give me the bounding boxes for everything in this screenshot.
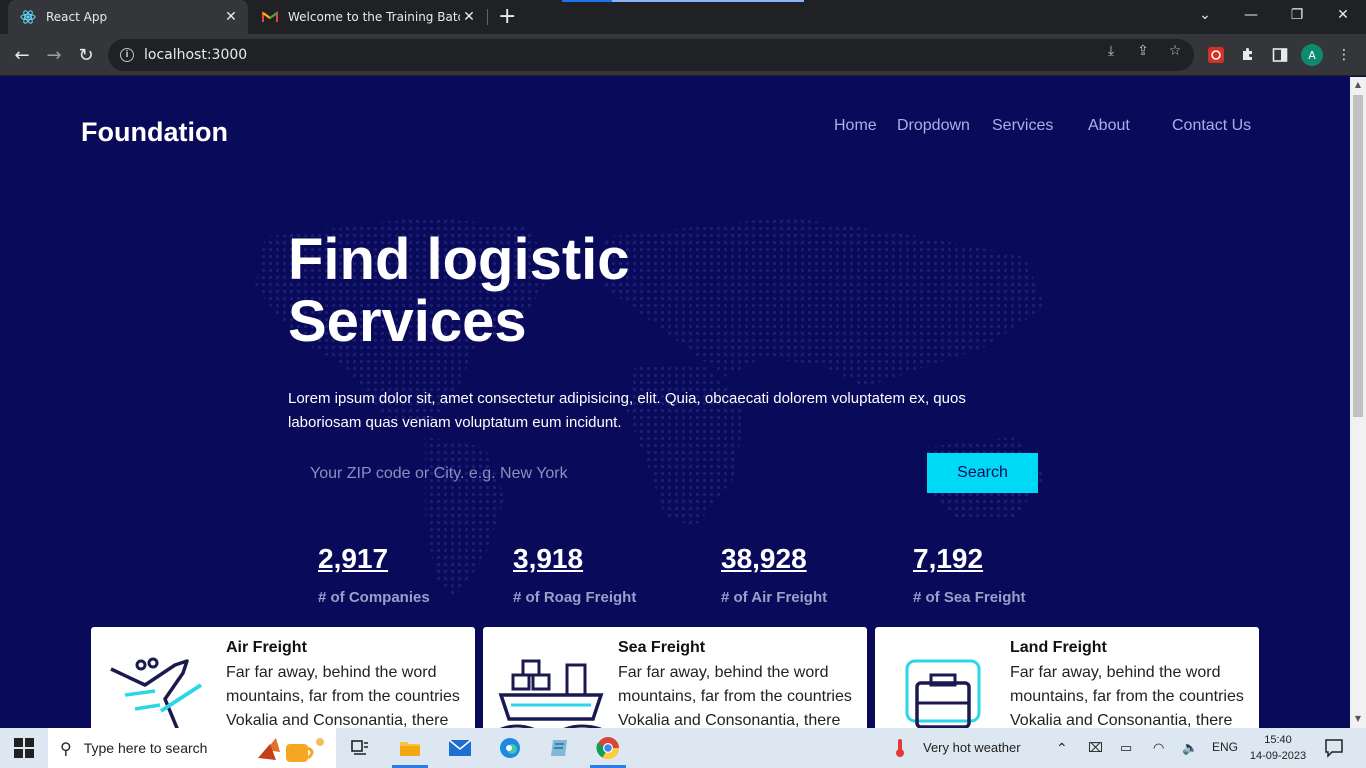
autumn-tea-icon bbox=[258, 738, 324, 762]
taskbar-search-placeholder: Type here to search bbox=[83, 740, 208, 756]
react-icon bbox=[20, 9, 36, 25]
bookmark-star-icon[interactable]: ☆ bbox=[1166, 42, 1184, 60]
nav-about[interactable]: About bbox=[1088, 117, 1130, 135]
card-title: Land Freight bbox=[1010, 639, 1107, 656]
search-icon: ⚲ bbox=[60, 738, 72, 758]
windows-start-icon[interactable] bbox=[14, 738, 34, 758]
hero-title-line1: Find logistic bbox=[288, 227, 630, 292]
site-brand[interactable]: Foundation bbox=[81, 117, 228, 148]
profile-avatar[interactable]: A bbox=[1301, 44, 1323, 66]
stat-road-freight-label: # of Roag Freight bbox=[513, 589, 637, 606]
forward-icon[interactable]: → bbox=[41, 42, 67, 68]
file-explorer-icon[interactable] bbox=[390, 732, 430, 768]
stat-sea-freight-value: 7,192 bbox=[913, 543, 984, 574]
nav-home[interactable]: Home bbox=[834, 117, 877, 135]
edge-icon[interactable] bbox=[490, 732, 530, 764]
close-tab-icon[interactable]: ✕ bbox=[222, 9, 240, 25]
chrome-icon[interactable] bbox=[588, 732, 628, 768]
search-input[interactable] bbox=[298, 454, 918, 494]
card-text: Far far away, behind the word mountains,… bbox=[1010, 664, 1244, 728]
taskbar-search-box[interactable]: ⚲ Type here to search bbox=[48, 728, 336, 768]
card-text: Far far away, behind the word mountains,… bbox=[618, 664, 852, 728]
tab-title: Welcome to the Training Batch (A bbox=[288, 10, 460, 24]
extensions-puzzle-icon[interactable] bbox=[1237, 44, 1259, 66]
address-bar[interactable]: i localhost:3000 bbox=[108, 39, 1194, 71]
service-card-land[interactable]: Land Freight Far far away, behind the wo… bbox=[875, 627, 1259, 728]
share-icon[interactable]: ⇪ bbox=[1134, 42, 1152, 60]
card-title: Air Freight bbox=[226, 639, 307, 656]
weather-text[interactable]: Very hot weather bbox=[923, 740, 1021, 755]
system-clock[interactable]: 15:40 14-09-2023 bbox=[1248, 732, 1308, 764]
extension-red-icon[interactable] bbox=[1205, 44, 1227, 66]
stat-road-freight-value: 3,918 bbox=[513, 543, 584, 574]
tab-title: React App bbox=[46, 10, 108, 24]
loading-indicator bbox=[562, 0, 804, 2]
notifications-icon[interactable] bbox=[1324, 738, 1344, 762]
task-view-icon[interactable] bbox=[340, 732, 380, 764]
windows-taskbar: ⚲ Type here to search Very hot weather ⌃… bbox=[0, 728, 1366, 768]
close-tab-icon[interactable]: ✕ bbox=[460, 9, 478, 25]
card-text: Far far away, behind the word mountains,… bbox=[226, 664, 460, 728]
hero-title: Find logistic Services bbox=[288, 229, 630, 353]
gmail-icon bbox=[262, 9, 278, 25]
language-indicator[interactable]: ENG bbox=[1212, 740, 1238, 754]
scroll-up-arrow-icon[interactable]: ▲ bbox=[1353, 80, 1363, 90]
stat-companies-label: # of Companies bbox=[318, 589, 430, 606]
tab-react-app[interactable]: React App ✕ bbox=[8, 0, 248, 34]
close-window-icon[interactable]: ✕ bbox=[1320, 0, 1366, 30]
site-info-icon[interactable]: i bbox=[120, 48, 134, 62]
hero-description: Lorem ipsum dolor sit, amet consectetur … bbox=[288, 390, 966, 431]
notepad-app-icon[interactable] bbox=[540, 732, 580, 764]
service-card-air[interactable]: Air Freight Far far away, behind the wor… bbox=[91, 627, 475, 728]
stat-air-freight-label: # of Air Freight bbox=[721, 589, 828, 606]
scroll-down-arrow-icon[interactable]: ▼ bbox=[1353, 714, 1363, 724]
browser-tab-strip: React App ✕ Welcome to the Training Batc… bbox=[0, 0, 1366, 34]
page-scrollbar[interactable]: ▲ ▼ bbox=[1350, 77, 1366, 728]
side-panel-icon[interactable] bbox=[1269, 44, 1291, 66]
search-button[interactable]: Search bbox=[927, 453, 1038, 493]
tab-gmail[interactable]: Welcome to the Training Batch (A ✕ bbox=[250, 0, 486, 34]
nav-services[interactable]: Services bbox=[992, 117, 1053, 135]
stat-air-freight-value: 38,928 bbox=[721, 543, 807, 574]
card-title: Sea Freight bbox=[618, 639, 706, 656]
meet-now-icon[interactable]: ⌧ bbox=[1088, 740, 1103, 756]
clock-date: 14-09-2023 bbox=[1249, 750, 1307, 762]
more-menu-icon[interactable]: ⋮ bbox=[1333, 44, 1355, 66]
minimize-icon[interactable]: — bbox=[1228, 0, 1274, 30]
volume-icon[interactable]: 🔈 bbox=[1182, 740, 1198, 756]
clock-time: 15:40 bbox=[1264, 734, 1292, 746]
service-card-sea[interactable]: Sea Freight Far far away, behind the wor… bbox=[483, 627, 867, 728]
nav-dropdown[interactable]: Dropdown bbox=[897, 117, 970, 135]
new-tab-icon[interactable]: + bbox=[498, 4, 516, 29]
mail-icon[interactable] bbox=[440, 732, 480, 764]
reload-icon[interactable]: ↻ bbox=[73, 42, 99, 68]
battery-icon[interactable]: ▭ bbox=[1120, 740, 1132, 756]
page-viewport: Foundation Home Dropdown Services About … bbox=[0, 77, 1350, 728]
thermometer-icon[interactable] bbox=[892, 738, 908, 762]
scrollbar-thumb[interactable] bbox=[1353, 95, 1363, 417]
stat-companies-value: 2,917 bbox=[318, 543, 389, 574]
install-icon[interactable]: ⤓ bbox=[1102, 42, 1120, 60]
browser-toolbar: ← → ↻ i localhost:3000 ⤓ ⇪ ☆ A ⋮ bbox=[0, 34, 1366, 76]
back-icon[interactable]: ← bbox=[9, 42, 35, 68]
airplane-icon bbox=[110, 657, 203, 728]
stat-sea-freight-label: # of Sea Freight bbox=[913, 589, 1026, 606]
tab-separator bbox=[487, 9, 488, 25]
ship-icon bbox=[498, 659, 604, 728]
url-text: localhost:3000 bbox=[144, 47, 248, 63]
tab-search-icon[interactable]: ⌄ bbox=[1182, 0, 1228, 30]
nav-contact-us[interactable]: Contact Us bbox=[1172, 117, 1251, 135]
truck-icon bbox=[905, 659, 981, 728]
tray-overflow-chevron-icon[interactable]: ⌃ bbox=[1056, 740, 1068, 757]
wifi-icon[interactable]: ◠ bbox=[1153, 740, 1164, 756]
restore-icon[interactable]: ❐ bbox=[1274, 0, 1320, 30]
hero-title-line2: Services bbox=[288, 289, 527, 354]
